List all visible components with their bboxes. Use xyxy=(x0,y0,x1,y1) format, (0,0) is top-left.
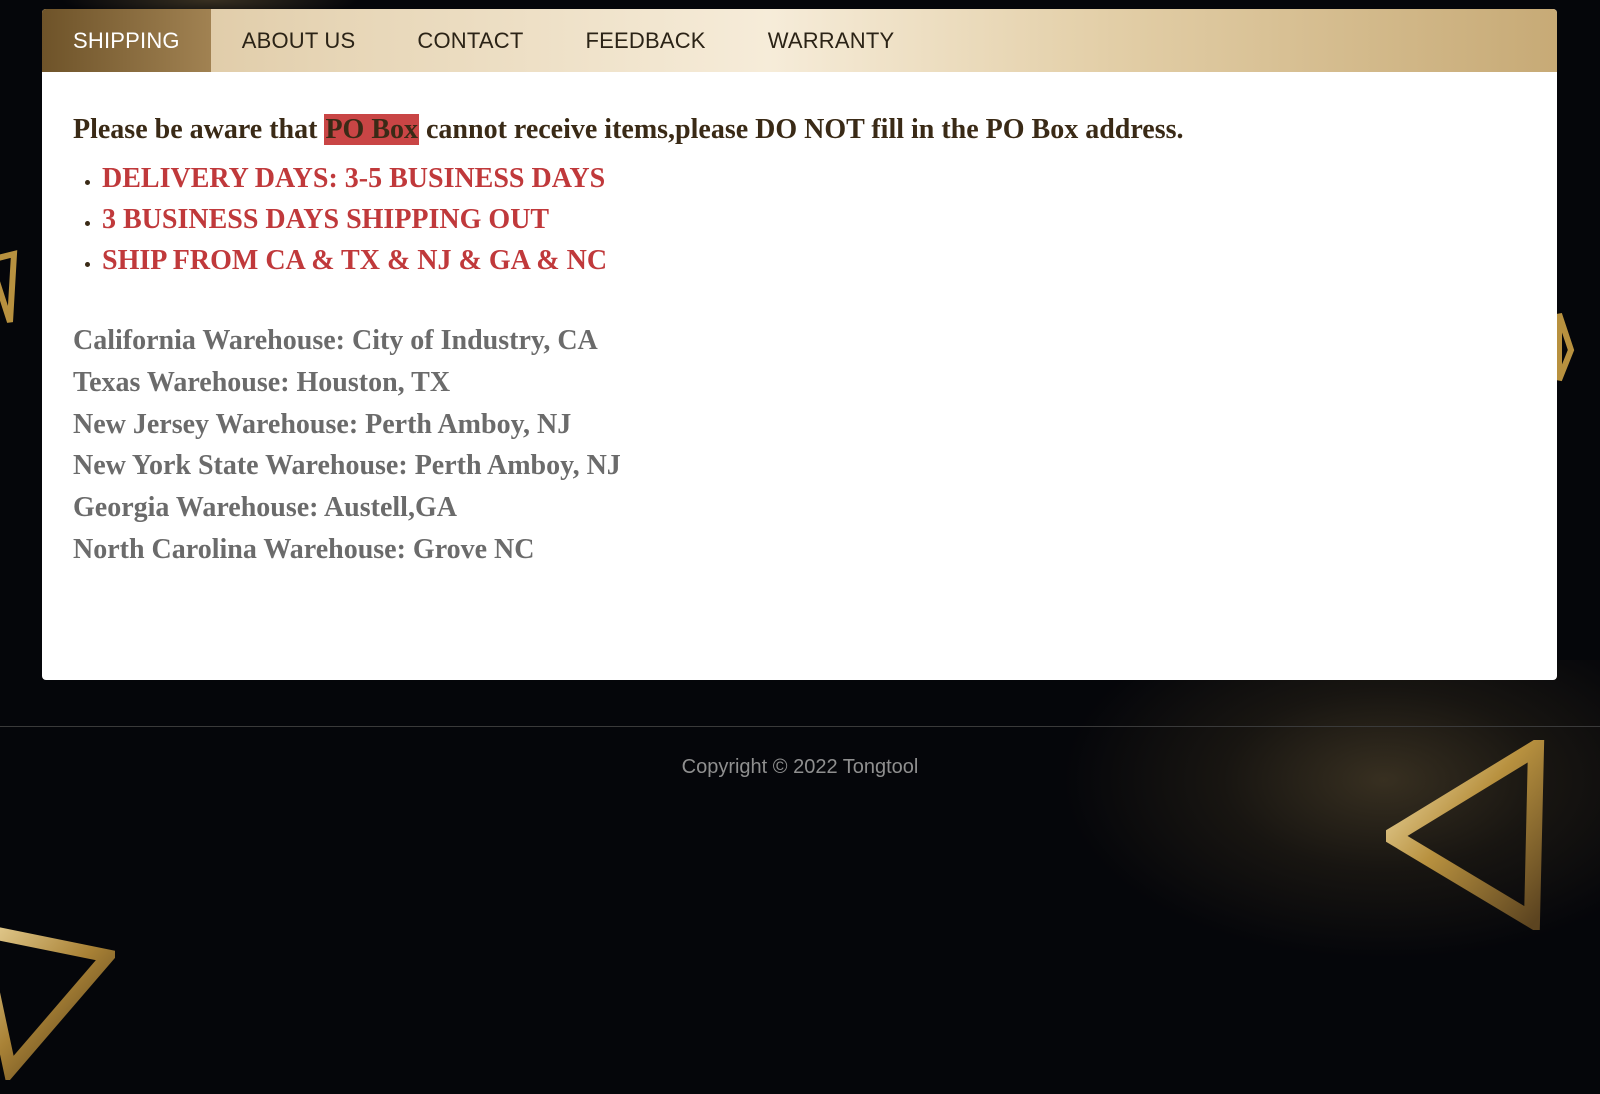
warehouse-north-carolina: North Carolina Warehouse: Grove NC xyxy=(73,533,535,565)
list-item: SHIP FROM CA & TX & NJ & GA & NC xyxy=(102,240,1526,281)
list-item: DELIVERY DAYS: 3-5 BUSINESS DAYS xyxy=(102,158,1526,199)
copyright-text: Copyright © 2022 Tongtool xyxy=(681,756,919,778)
tab-contact[interactable]: CONTACT xyxy=(386,9,554,72)
notice-suffix: cannot receive items,please DO NOT fill … xyxy=(419,114,1184,145)
po-box-notice: Please be aware that PO Box cannot recei… xyxy=(73,112,1526,148)
tab-shipping[interactable]: SHIPPING xyxy=(42,9,211,72)
tab-feedback[interactable]: FEEDBACK xyxy=(555,9,737,72)
notice-prefix: Please be aware that xyxy=(73,114,325,145)
gold-triangle-icon xyxy=(0,927,115,1080)
tab-about-us[interactable]: ABOUT US xyxy=(211,9,387,72)
warehouse-georgia: Georgia Warehouse: Austell,GA xyxy=(73,492,457,524)
nav-bar: SHIPPING ABOUT US CONTACT FEEDBACK WARRA… xyxy=(42,9,1557,72)
gold-triangle-icon xyxy=(1557,313,1575,382)
warehouse-california: California Warehouse: City of Industry, … xyxy=(73,325,598,356)
warehouse-list: California Warehouse: City of Industry, … xyxy=(73,320,1526,571)
po-box-highlight: PO Box xyxy=(324,114,419,145)
background-glitter xyxy=(1060,660,1600,960)
warehouse-texas: Texas Warehouse: Houston, TX xyxy=(73,366,451,398)
warehouse-new-york: New York State Warehouse: Perth Amboy, N… xyxy=(73,450,621,482)
shipping-content: Please be aware that PO Box cannot recei… xyxy=(42,72,1557,571)
gold-triangle-icon xyxy=(0,250,18,323)
warehouse-new-jersey: New Jersey Warehouse: Perth Amboy, NJ xyxy=(73,408,572,440)
tab-warranty[interactable]: WARRANTY xyxy=(737,9,926,72)
list-item: 3 BUSINESS DAYS SHIPPING OUT xyxy=(102,199,1526,240)
shipping-bullets: DELIVERY DAYS: 3-5 BUSINESS DAYS 3 BUSIN… xyxy=(73,158,1526,281)
footer-divider xyxy=(0,726,1600,727)
content-panel: SHIPPING ABOUT US CONTACT FEEDBACK WARRA… xyxy=(42,9,1557,680)
